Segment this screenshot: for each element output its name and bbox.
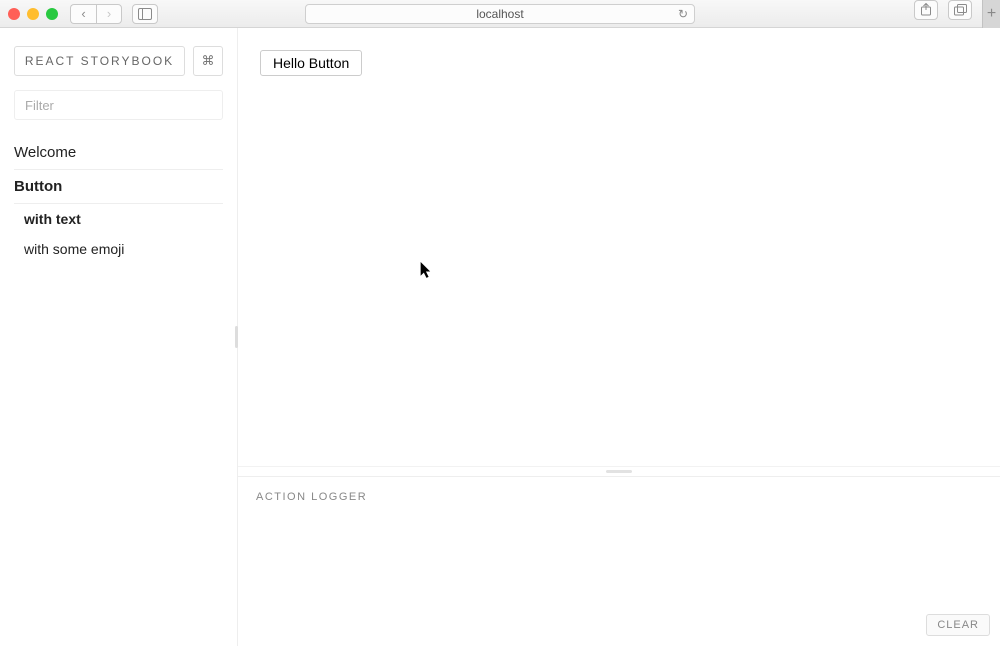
minimize-window-icon[interactable]	[27, 8, 39, 20]
grip-icon	[606, 470, 632, 473]
story-label: with text	[24, 211, 81, 227]
filter-input[interactable]	[14, 90, 223, 120]
horizontal-resize-handle[interactable]	[238, 466, 1000, 476]
hello-button[interactable]: Hello Button	[260, 50, 362, 76]
command-icon: ⌘	[202, 53, 215, 69]
plus-icon: +	[987, 5, 996, 23]
url-bar[interactable]: localhost ↻	[305, 4, 695, 24]
shortcuts-button[interactable]: ⌘	[193, 46, 223, 76]
refresh-icon[interactable]: ↻	[678, 7, 688, 21]
main-panel: Hello Button ACTION LOGGER CLEAR	[238, 28, 1000, 646]
story-with-emoji[interactable]: with some emoji	[24, 234, 223, 264]
url-text: localhost	[476, 7, 523, 21]
tabs-icon	[954, 4, 967, 16]
brand-label: REACT STORYBOOK	[25, 54, 174, 68]
kind-welcome[interactable]: Welcome	[14, 136, 223, 170]
stories-list: with text with some emoji	[14, 204, 223, 264]
preview-area: Hello Button	[238, 28, 1000, 466]
kind-label: Button	[14, 178, 62, 195]
sidebar-header: REACT STORYBOOK ⌘	[14, 46, 223, 76]
action-logger-panel: ACTION LOGGER CLEAR	[238, 476, 1000, 646]
maximize-window-icon[interactable]	[46, 8, 58, 20]
brand-button[interactable]: REACT STORYBOOK	[14, 46, 185, 76]
kind-label: Welcome	[14, 144, 76, 161]
share-icon	[920, 3, 932, 16]
story-with-text[interactable]: with text	[24, 204, 223, 234]
storybook-app: REACT STORYBOOK ⌘ Welcome Button with te…	[0, 28, 1000, 646]
share-button[interactable]	[914, 0, 938, 20]
new-tab-button[interactable]: +	[982, 0, 1000, 28]
window-controls	[8, 8, 58, 20]
chevron-left-icon: ‹	[81, 6, 85, 21]
clear-label: CLEAR	[937, 619, 979, 631]
forward-button[interactable]: ›	[96, 4, 122, 24]
sidebar-toggle-button[interactable]	[132, 4, 158, 24]
chrome-right: +	[914, 0, 992, 28]
nav-buttons: ‹ ›	[70, 4, 122, 24]
close-window-icon[interactable]	[8, 8, 20, 20]
clear-button[interactable]: CLEAR	[926, 614, 990, 636]
hello-button-label: Hello Button	[273, 55, 349, 71]
mouse-cursor-icon	[420, 262, 434, 285]
sidebar-icon	[138, 8, 152, 20]
action-logger-title: ACTION LOGGER	[256, 491, 982, 503]
sidebar: REACT STORYBOOK ⌘ Welcome Button with te…	[0, 28, 238, 646]
kind-button[interactable]: Button	[14, 170, 223, 204]
chevron-right-icon: ›	[107, 6, 111, 21]
story-label: with some emoji	[24, 241, 124, 257]
browser-chrome: ‹ › localhost ↻ +	[0, 0, 1000, 28]
back-button[interactable]: ‹	[70, 4, 96, 24]
tabs-button[interactable]	[948, 0, 972, 20]
